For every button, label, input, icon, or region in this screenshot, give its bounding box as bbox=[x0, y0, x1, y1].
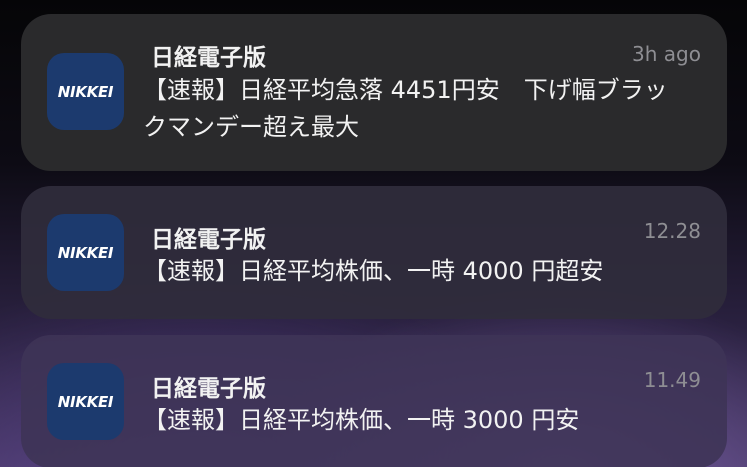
notification-time: 11.49 bbox=[643, 368, 701, 392]
app-name: 日経電子版 bbox=[151, 45, 266, 71]
notification-message: 【速報】日経平均株価、一時 4000 円超安 bbox=[143, 257, 604, 285]
app-icon-label: NIKKEI bbox=[57, 82, 114, 101]
notification-time: 3h ago bbox=[632, 42, 701, 66]
app-name: 日経電子版 bbox=[151, 227, 266, 253]
app-icon-label: NIKKEI bbox=[57, 392, 114, 411]
nikkei-app-icon: NIKKEI bbox=[47, 363, 124, 440]
notification-message: 【速報】日経平均急落 4451円安 下げ幅ブラックマンデー超え最大 bbox=[143, 76, 668, 141]
notification-time: 12.28 bbox=[643, 219, 701, 243]
notification-card[interactable]: NIKKEI 日経電子版 11.49 【速報】日経平均株価、一時 3000 円安 bbox=[21, 335, 727, 467]
app-icon-label: NIKKEI bbox=[57, 243, 114, 262]
nikkei-app-icon: NIKKEI bbox=[47, 214, 124, 291]
notification-card[interactable]: NIKKEI 日経電子版 12.28 【速報】日経平均株価、一時 4000 円超… bbox=[21, 186, 727, 319]
notification-message: 【速報】日経平均株価、一時 3000 円安 bbox=[143, 406, 580, 434]
notification-card[interactable]: NIKKEI 日経電子版 3h ago 【速報】日経平均急落 4451円安 下げ… bbox=[21, 14, 727, 171]
app-name: 日経電子版 bbox=[151, 376, 266, 402]
nikkei-app-icon: NIKKEI bbox=[47, 53, 124, 130]
